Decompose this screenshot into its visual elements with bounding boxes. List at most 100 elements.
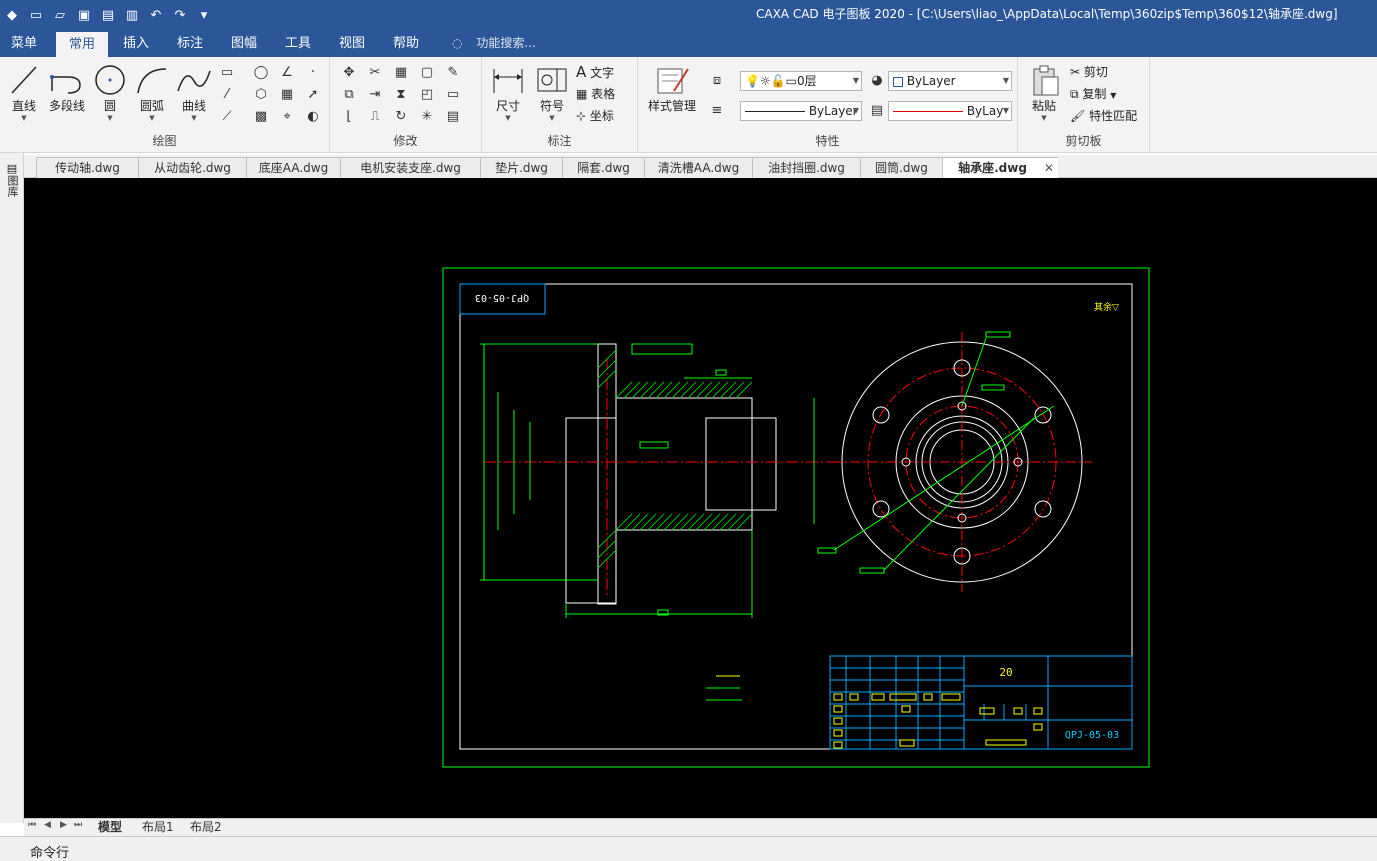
next-layout-icon[interactable]: ▶ — [60, 820, 67, 830]
mirror-icon[interactable]: ⧗ — [390, 85, 412, 105]
rectangle-icon[interactable]: ▭ — [216, 63, 238, 83]
rotate-icon[interactable]: ↻ — [390, 107, 412, 127]
match-properties-button[interactable]: 🖌 特性匹配 — [1070, 106, 1137, 126]
drawing-canvas[interactable]: QPJ-05-03 其余▽ 20 QPJ-05-03 — [24, 178, 1377, 818]
title-block-scale: 20 — [999, 666, 1012, 679]
tab-tools[interactable]: 工具 — [274, 30, 322, 57]
block-icon[interactable]: ▩ — [250, 107, 272, 127]
doc-tab[interactable]: 清洗槽AA.dwg — [644, 157, 752, 178]
polygon-icon[interactable]: ⬡ — [250, 85, 272, 105]
dimension-button[interactable]: 尺寸 ▼ — [488, 63, 528, 125]
last-layout-icon[interactable]: ⏭ — [74, 820, 82, 830]
section-hatching — [597, 349, 753, 569]
sheet-inner-frame — [459, 283, 1133, 750]
layer-tools-icon[interactable]: ⧈ — [706, 71, 728, 91]
scale-icon[interactable]: ◰ — [416, 85, 438, 105]
text-button[interactable]: A 文字 — [576, 62, 614, 82]
line-button[interactable]: 直线 ▼ — [4, 63, 44, 125]
ellipse-icon[interactable]: ◯ — [250, 63, 272, 83]
save-all-icon[interactable]: ▤ — [98, 8, 118, 23]
coordinate-button[interactable]: ⊹ 坐标 — [576, 106, 614, 126]
undo-icon[interactable]: ↶ — [146, 8, 166, 23]
layout-tab-bar: ⏮ ◀ ▶ ⏭ 模型 布局1 布局2 — [24, 818, 1377, 836]
break-icon[interactable]: ⎍ — [364, 107, 386, 127]
stretch-icon[interactable]: ▭ — [442, 85, 464, 105]
lineweight-icon[interactable]: ▤ — [866, 101, 888, 121]
copy-caret-icon: ▼ — [1110, 91, 1117, 100]
first-layout-icon[interactable]: ⏮ — [28, 820, 36, 830]
doc-tab[interactable]: 垫片.dwg — [480, 157, 562, 178]
tab-help[interactable]: 帮助 — [382, 30, 430, 57]
array-icon[interactable]: ▦ — [390, 63, 412, 83]
angle-line-icon[interactable]: ∠ — [276, 63, 298, 83]
function-search[interactable]: ◌ 功能搜索... — [452, 30, 536, 57]
polyline-button[interactable]: 多段线 — [46, 63, 88, 125]
color-swatch-icon — [893, 76, 903, 87]
tab-menu[interactable]: 菜单 — [0, 30, 48, 57]
lineweight-combo[interactable]: ByLay ▼ — [888, 101, 1012, 121]
doc-tab[interactable]: 从动齿轮.dwg — [138, 157, 246, 178]
tab-annotate[interactable]: 标注 — [166, 30, 214, 57]
style-manager-button[interactable]: 样式管理 — [644, 63, 700, 125]
layout-tab-1[interactable]: 布局1 — [142, 819, 174, 836]
explode-icon[interactable]: ✳ — [416, 107, 438, 127]
color-combo[interactable]: ByLayer ▼ — [888, 71, 1012, 91]
fill-icon[interactable]: ◐ — [302, 107, 324, 127]
curve-button[interactable]: 曲线 ▼ — [174, 63, 214, 125]
new-file-icon[interactable]: ▭ — [26, 8, 46, 23]
copy-object-icon[interactable]: ⧉ — [338, 85, 360, 105]
save-icon[interactable]: ▣ — [74, 8, 94, 23]
table-button[interactable]: ▦ 表格 — [576, 84, 615, 104]
arc-button[interactable]: 圆弧 ▼ — [132, 63, 172, 125]
fillet-icon[interactable]: ⌊ — [338, 107, 360, 127]
linetype-combo-value: ByLayer — [808, 104, 858, 118]
hatch-icon[interactable]: ▦ — [276, 85, 298, 105]
scissors-icon: ✂ — [1070, 65, 1081, 79]
extend-icon[interactable]: ⇥ — [364, 85, 386, 105]
doc-tab[interactable]: 油封挡圈.dwg — [752, 157, 860, 178]
symbol-button[interactable]: 符号 ▼ — [532, 63, 572, 125]
doc-tab[interactable]: 圆筒.dwg — [860, 157, 942, 178]
tab-sheet[interactable]: 图幅 — [220, 30, 268, 57]
offset-icon[interactable]: ▢ — [416, 63, 438, 83]
customize-toolbar-icon[interactable]: ▾ — [194, 8, 214, 23]
linetype-sample-icon — [745, 111, 805, 112]
layer-combo[interactable]: 💡☼🔓▭0层 ▼ — [740, 71, 862, 91]
trim-icon[interactable]: ✂ — [364, 63, 386, 83]
prev-layout-icon[interactable]: ◀ — [44, 820, 51, 830]
color-wheel-icon[interactable]: ◕ — [866, 71, 888, 91]
linetype-combo[interactable]: ByLayer ▼ — [740, 101, 862, 121]
app-icon[interactable]: ◆ — [2, 8, 22, 23]
move-icon[interactable]: ✥ — [338, 63, 360, 83]
close-tab-icon[interactable]: ✕ — [1044, 158, 1054, 178]
command-line[interactable]: 命令行 — [0, 836, 1377, 861]
parallel-line-icon[interactable]: ⁄ — [216, 85, 238, 105]
arrow-icon[interactable]: ➚ — [302, 85, 324, 105]
doc-tab-active[interactable]: 轴承座.dwg ✕ — [942, 157, 1058, 178]
point-icon[interactable]: · — [302, 63, 324, 83]
tangent-line-icon[interactable]: ⟋ — [216, 107, 238, 127]
tab-insert[interactable]: 插入 — [112, 30, 160, 57]
redo-icon[interactable]: ↷ — [170, 8, 190, 23]
doc-tab[interactable]: 电机安装支座.dwg — [340, 157, 480, 178]
tab-view[interactable]: 视图 — [328, 30, 376, 57]
doc-tab[interactable]: 隔套.dwg — [562, 157, 644, 178]
copy-button[interactable]: ⧉ 复制 ▼ — [1070, 84, 1116, 104]
eraser-icon[interactable]: ✎ — [442, 63, 464, 83]
layout-tab-2[interactable]: 布局2 — [190, 819, 222, 836]
drawing-svg[interactable]: QPJ-05-03 其余▽ 20 QPJ-05-03 — [24, 178, 1377, 818]
doc-tab[interactable]: 底座AA.dwg — [246, 157, 340, 178]
paste-button[interactable]: 粘贴 ▼ — [1024, 63, 1064, 125]
library-side-panel[interactable]: ▤ 图库 — [0, 153, 24, 823]
open-folder-icon[interactable]: ▱ — [50, 8, 70, 23]
tab-home[interactable]: 常用 — [56, 32, 108, 57]
circle-icon — [95, 65, 125, 95]
center-line-icon[interactable]: ⌖ — [276, 107, 298, 127]
circle-button[interactable]: 圆 ▼ — [90, 63, 130, 125]
layout-tab-model[interactable]: 模型 — [98, 819, 122, 836]
properties-edit-icon[interactable]: ▤ — [442, 107, 464, 127]
cut-button[interactable]: ✂ 剪切 — [1070, 62, 1108, 82]
linetype-tools-icon[interactable]: ≡ — [706, 101, 728, 121]
doc-tab[interactable]: 传动轴.dwg — [36, 157, 138, 178]
print-icon[interactable]: ▥ — [122, 8, 142, 23]
